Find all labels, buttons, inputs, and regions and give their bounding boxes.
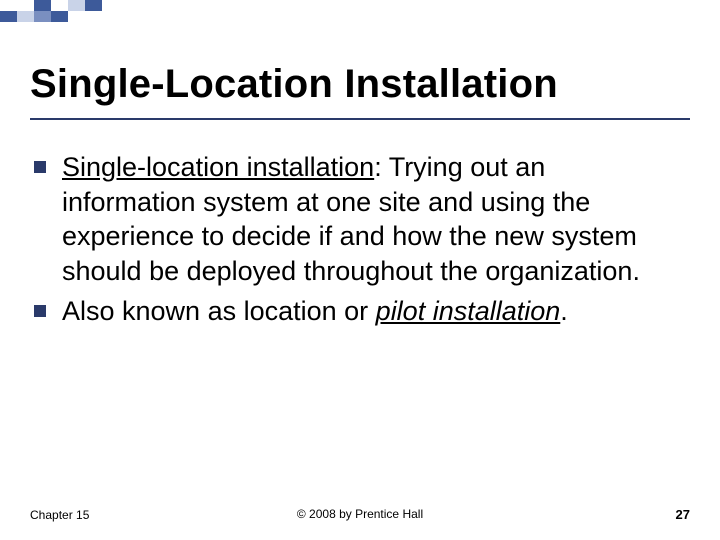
slide: Single-Location Installation Single-loca…: [0, 0, 720, 540]
bullet-text: Also known as location or pilot installa…: [62, 294, 680, 329]
term-underlined-italic: pilot installation: [376, 296, 561, 326]
footer-left: Chapter 15: [30, 508, 89, 522]
footer-center: © 2008 by Prentice Hall: [297, 507, 423, 521]
slide-title: Single-Location Installation: [30, 62, 690, 107]
bullet-prefix: Also known as location or: [62, 296, 376, 326]
square-bullet-icon: [34, 305, 46, 317]
term-underlined: Single-location installation: [62, 152, 374, 182]
body-content: Single-location installation: Trying out…: [62, 150, 680, 335]
page-number: 27: [676, 507, 690, 522]
list-item: Single-location installation: Trying out…: [62, 150, 680, 288]
bullet-suffix: .: [560, 296, 568, 326]
bullet-text: Single-location installation: Trying out…: [62, 150, 680, 288]
footer: Chapter 15 © 2008 by Prentice Hall 27: [30, 507, 690, 522]
list-item: Also known as location or pilot installa…: [62, 294, 680, 329]
corner-decoration: [0, 0, 180, 22]
title-divider: [30, 118, 690, 120]
square-bullet-icon: [34, 161, 46, 173]
